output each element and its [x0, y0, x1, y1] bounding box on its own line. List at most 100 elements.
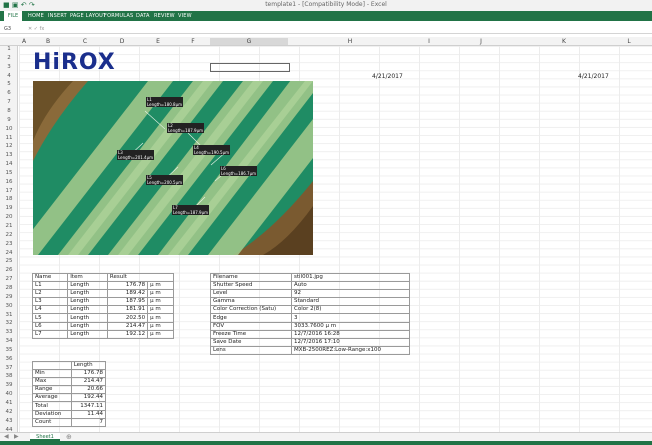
info-value[interactable]: Standard	[291, 297, 410, 307]
blank-cell[interactable]	[32, 360, 72, 371]
info-value[interactable]: 3033.7600 μ m	[291, 321, 410, 331]
row-header[interactable]: 16	[2, 179, 16, 185]
row-header[interactable]: 1	[2, 46, 16, 52]
row-header[interactable]: 6	[2, 90, 16, 96]
header-result[interactable]: Result	[106, 272, 175, 283]
item-cell[interactable]: Length	[67, 297, 108, 307]
row-header[interactable]: 33	[2, 329, 16, 335]
info-label[interactable]: Level	[210, 289, 292, 299]
date-cell-h4[interactable]: 4/21/2017	[372, 73, 403, 80]
result-cell[interactable]: 181.91	[106, 305, 149, 315]
row-header[interactable]: 42	[2, 409, 16, 415]
item-cell[interactable]: Length	[67, 281, 108, 291]
row-header[interactable]: 20	[2, 214, 16, 220]
tab-page-layout[interactable]: PAGE LAYOUT	[70, 13, 106, 19]
tab-view[interactable]: VIEW	[178, 13, 192, 19]
row-header[interactable]: 34	[2, 338, 16, 344]
stat-value[interactable]: 214.47	[70, 377, 107, 387]
row-header[interactable]: 23	[2, 241, 16, 247]
row-header[interactable]: 22	[2, 232, 16, 238]
quick-access-toolbar[interactable]: ■ ▣ ↶ ↷	[3, 1, 35, 9]
row-header[interactable]: 38	[2, 373, 16, 379]
tab-file[interactable]: FILE	[4, 11, 22, 21]
item-cell[interactable]: Length	[67, 329, 108, 339]
row-header[interactable]: 19	[2, 205, 16, 211]
result-cell[interactable]: 187.95	[106, 297, 149, 307]
redo-icon[interactable]: ↷	[29, 1, 35, 9]
row-header[interactable]: 35	[2, 347, 16, 353]
unit-cell[interactable]: μ m	[147, 297, 174, 307]
name-cell[interactable]: L6	[31, 321, 69, 331]
result-cell[interactable]: 176.78	[106, 281, 149, 291]
row-header[interactable]: 11	[2, 135, 16, 141]
col-header-e[interactable]: E	[140, 38, 176, 45]
stat-value[interactable]: 7	[70, 417, 107, 427]
col-header-j[interactable]: J	[448, 38, 514, 45]
row-header[interactable]: 25	[2, 258, 16, 264]
sheet-nav-right-icon[interactable]: ▶	[14, 433, 19, 440]
name-cell[interactable]: L5	[31, 313, 69, 323]
col-header-l[interactable]: L	[612, 38, 646, 45]
row-header[interactable]: 31	[2, 312, 16, 318]
row-header[interactable]: 37	[2, 365, 16, 371]
sheet-tab-sheet1[interactable]: Sheet1	[30, 433, 60, 441]
row-header[interactable]: 2	[2, 55, 16, 61]
col-header-i[interactable]: I	[412, 38, 446, 45]
col-header-f[interactable]: F	[176, 38, 210, 45]
row-header[interactable]: 8	[2, 108, 16, 114]
tab-insert[interactable]: INSERT	[48, 13, 67, 19]
name-cell[interactable]: L4	[31, 305, 69, 315]
tab-review[interactable]: REVIEW	[154, 13, 175, 19]
result-cell[interactable]: 214.47	[106, 321, 149, 331]
stat-label[interactable]: Average	[32, 393, 72, 403]
result-cell[interactable]: 192.12	[106, 329, 149, 339]
stat-value[interactable]: 176.78	[70, 369, 107, 379]
info-label[interactable]: Color Correction (Satu)	[210, 305, 292, 315]
row-header[interactable]: 26	[2, 267, 16, 273]
header-item[interactable]: Item	[67, 272, 108, 283]
row-header[interactable]: 41	[2, 400, 16, 406]
stat-value[interactable]: 192.44	[70, 393, 107, 403]
row-header[interactable]: 30	[2, 303, 16, 309]
row-header[interactable]: 28	[2, 285, 16, 291]
info-value[interactable]: 3	[291, 313, 410, 323]
row-header[interactable]: 5	[2, 81, 16, 87]
stat-label[interactable]: Min	[32, 369, 72, 379]
info-value[interactable]: stil001.jpg	[291, 272, 410, 283]
col-header-d[interactable]: D	[104, 38, 140, 45]
row-header[interactable]: 4	[2, 73, 16, 79]
row-header[interactable]: 39	[2, 382, 16, 388]
info-value[interactable]: 12/7/2016 17:10	[291, 337, 410, 347]
sheet-nav-left-icon[interactable]: ◀	[4, 433, 9, 440]
row-header[interactable]: 12	[2, 143, 16, 149]
item-cell[interactable]: Length	[67, 305, 108, 315]
info-label[interactable]: Edge	[210, 313, 292, 323]
row-header[interactable]: 9	[2, 117, 16, 123]
col-header-k[interactable]: K	[516, 38, 612, 45]
name-cell[interactable]: L1	[31, 281, 69, 291]
info-value[interactable]: 92	[291, 289, 410, 299]
undo-icon[interactable]: ↶	[21, 1, 27, 9]
row-header[interactable]: 13	[2, 152, 16, 158]
row-header[interactable]: 10	[2, 126, 16, 132]
row-header[interactable]: 15	[2, 170, 16, 176]
header-length[interactable]: Length	[70, 360, 107, 371]
unit-cell[interactable]: μ m	[147, 305, 174, 315]
stat-value[interactable]: 1347.11	[70, 401, 107, 411]
header-name[interactable]: Name	[31, 272, 69, 283]
row-header[interactable]: 27	[2, 276, 16, 282]
tab-home[interactable]: HOME	[28, 13, 44, 19]
name-box[interactable]: G3	[4, 26, 11, 32]
unit-cell[interactable]: μ m	[147, 281, 174, 291]
row-header[interactable]: 43	[2, 418, 16, 424]
tab-formulas[interactable]: FORMULAS	[104, 13, 133, 19]
info-label[interactable]: Save Date	[210, 337, 292, 347]
item-cell[interactable]: Length	[67, 289, 108, 299]
info-value[interactable]: Color 2(8)	[291, 305, 410, 315]
col-header-g[interactable]: G	[210, 38, 288, 45]
name-cell[interactable]: L7	[31, 329, 69, 339]
item-cell[interactable]: Length	[67, 321, 108, 331]
row-header[interactable]: 18	[2, 196, 16, 202]
col-header-h[interactable]: H	[290, 38, 410, 45]
unit-cell[interactable]: μ m	[147, 321, 174, 331]
